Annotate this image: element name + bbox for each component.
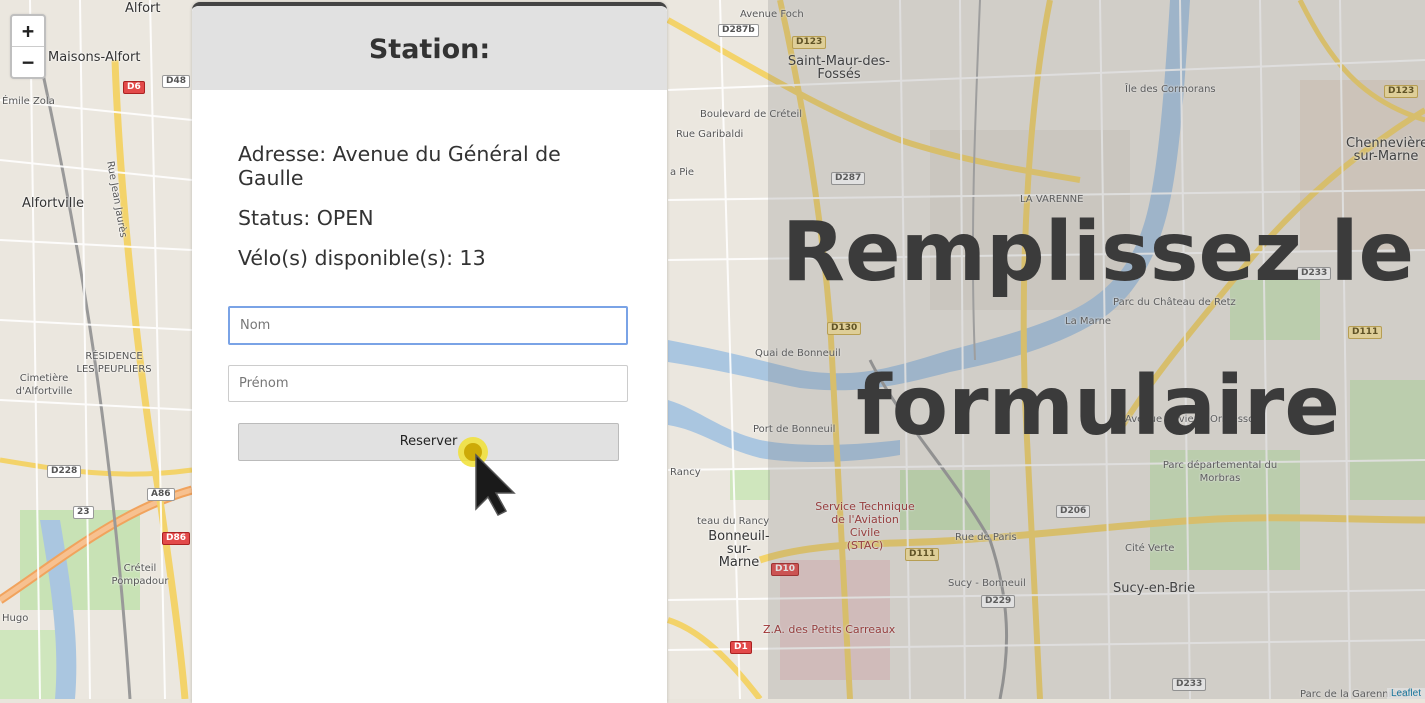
road-shield: D287b (718, 24, 759, 37)
map-label-rue-garibaldi: Rue Garibaldi (676, 129, 744, 140)
panel-header: Station: (192, 6, 667, 90)
road-shield: A86 (147, 488, 175, 501)
station-address: Adresse: Avenue du Général de Gaulle (238, 142, 561, 190)
station-panel: Station: Adresse: Avenue du Général de G… (192, 2, 667, 703)
panel-title: Station: (368, 34, 491, 65)
station-status: Status: OPEN (238, 206, 374, 230)
road-shield: D228 (47, 465, 82, 478)
road-shield: D86 (162, 532, 190, 545)
map-label-chateau-rancy: teau du Rancy (697, 516, 770, 527)
map-label-alfort: Alfort (125, 1, 161, 16)
map-label-residence: RÉSIDENCE LES PEUPLIERS (76, 351, 152, 375)
map-label-hugo: Hugo (2, 613, 29, 624)
first-name-input[interactable] (228, 365, 628, 402)
zoom-out-button[interactable]: − (12, 46, 44, 77)
map-label-cimetiere: Cimetière d'Alfortville (15, 373, 73, 397)
map-label-emile-zola: Émile Zola (2, 96, 55, 107)
instruction-heading: Remplissez le formulaire (781, 205, 1415, 454)
map-label-maisons-alfort: Maisons-Alfort (48, 50, 141, 65)
road-shield: D48 (162, 75, 190, 88)
road-shield: 23 (73, 506, 94, 519)
map-label-rancy: Rancy (670, 467, 701, 478)
road-shield: D6 (123, 81, 145, 94)
reserve-button[interactable]: Reserver (238, 423, 619, 461)
available-bikes: Vélo(s) disponible(s): 13 (238, 246, 486, 270)
map-label-pompadour: Créteil Pompadour (111, 563, 169, 587)
last-name-input[interactable] (228, 306, 628, 345)
zoom-in-button[interactable]: + (12, 16, 44, 46)
road-shield: D1 (730, 641, 752, 654)
zoom-control: + − (10, 14, 46, 79)
map-label-alfortville: Alfortville (22, 196, 85, 211)
map-label-a-pie: a Pie (670, 167, 695, 178)
mouse-cursor-icon (458, 437, 516, 516)
map-label-bonneuil: Bonneuil-sur- Marne (708, 529, 770, 570)
